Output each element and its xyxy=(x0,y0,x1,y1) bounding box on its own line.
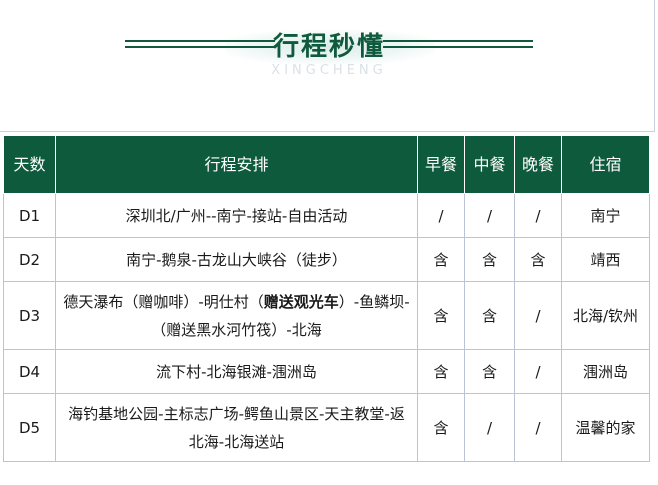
hotel-cell: 涠洲岛 xyxy=(561,349,650,394)
table-row: D4 流下村-北海银滩-涠洲岛 含 含 / 涠洲岛 xyxy=(3,349,650,394)
lunch-cell: 含 xyxy=(464,349,515,394)
title-block: 行程秒懂 XINGCHENG xyxy=(0,20,658,90)
section-header: 行程秒懂 XINGCHENG xyxy=(0,0,658,130)
plan-cell: 海钓基地公园-主标志广场-鳄鱼山景区-天主教堂-返北海-北海送站 xyxy=(55,393,418,462)
plan-cell: 德天瀑布（赠咖啡）-明仕村（赠送观光车）-鱼鳞坝-（赠送黑水河竹筏）-北海 xyxy=(55,281,418,350)
section-title: 行程秒懂 xyxy=(272,32,385,62)
breakfast-cell: 含 xyxy=(417,393,465,462)
plan-cell: 流下村-北海银滩-涠洲岛 xyxy=(55,349,418,394)
lunch-cell: 含 xyxy=(464,237,515,282)
breakfast-cell: / xyxy=(417,193,465,238)
day-cell: D1 xyxy=(3,193,56,238)
plan-cell: 深圳北/广州--南宁-接站-自由活动 xyxy=(55,193,418,238)
plan-highlight: 赠送观光车 xyxy=(263,292,339,311)
table-row: D1 深圳北/广州--南宁-接站-自由活动 / / / 南宁 xyxy=(3,193,650,238)
lunch-cell: / xyxy=(464,193,515,238)
hotel-cell: 北海/钦州 xyxy=(561,281,650,350)
breakfast-cell: 含 xyxy=(417,349,465,394)
column-header-breakfast: 早餐 xyxy=(417,136,465,194)
table-row: D5 海钓基地公园-主标志广场-鳄鱼山景区-天主教堂-返北海-北海送站 含 / … xyxy=(3,393,650,462)
day-cell: D3 xyxy=(3,281,56,350)
column-header-dinner: 晚餐 xyxy=(514,136,562,194)
section-subtitle: XINGCHENG xyxy=(271,63,387,78)
dinner-cell: / xyxy=(514,349,562,394)
column-header-lunch: 中餐 xyxy=(464,136,515,194)
itinerary-table: 天数 行程安排 早餐 中餐 晚餐 住宿 D1 深圳北/广州--南宁-接站-自由活… xyxy=(3,136,650,462)
dinner-cell: 含 xyxy=(514,237,562,282)
breakfast-cell: 含 xyxy=(417,237,465,282)
column-header-plan: 行程安排 xyxy=(55,136,418,194)
dinner-cell: / xyxy=(514,281,562,350)
plan-text: 德天瀑布（赠咖啡）-明仕村（ xyxy=(63,292,264,311)
day-cell: D4 xyxy=(3,349,56,394)
day-cell: D2 xyxy=(3,237,56,282)
day-cell: D5 xyxy=(3,393,56,462)
table-row: D2 南宁-鹅泉-古龙山大峡谷（徒步） 含 含 含 靖西 xyxy=(3,237,650,282)
lunch-cell: 含 xyxy=(464,281,515,350)
column-header-day: 天数 xyxy=(3,136,56,194)
breakfast-cell: 含 xyxy=(417,281,465,350)
column-header-hotel: 住宿 xyxy=(561,136,650,194)
hotel-cell: 南宁 xyxy=(561,193,650,238)
lunch-cell: / xyxy=(464,393,515,462)
table-header-row: 天数 行程安排 早餐 中餐 晚餐 住宿 xyxy=(3,136,650,194)
table-row: D3 德天瀑布（赠咖啡）-明仕村（赠送观光车）-鱼鳞坝-（赠送黑水河竹筏）-北海… xyxy=(3,281,650,350)
plan-cell: 南宁-鹅泉-古龙山大峡谷（徒步） xyxy=(55,237,418,282)
dinner-cell: / xyxy=(514,193,562,238)
hotel-cell: 温馨的家 xyxy=(561,393,650,462)
hotel-cell: 靖西 xyxy=(561,237,650,282)
dinner-cell: / xyxy=(514,393,562,462)
